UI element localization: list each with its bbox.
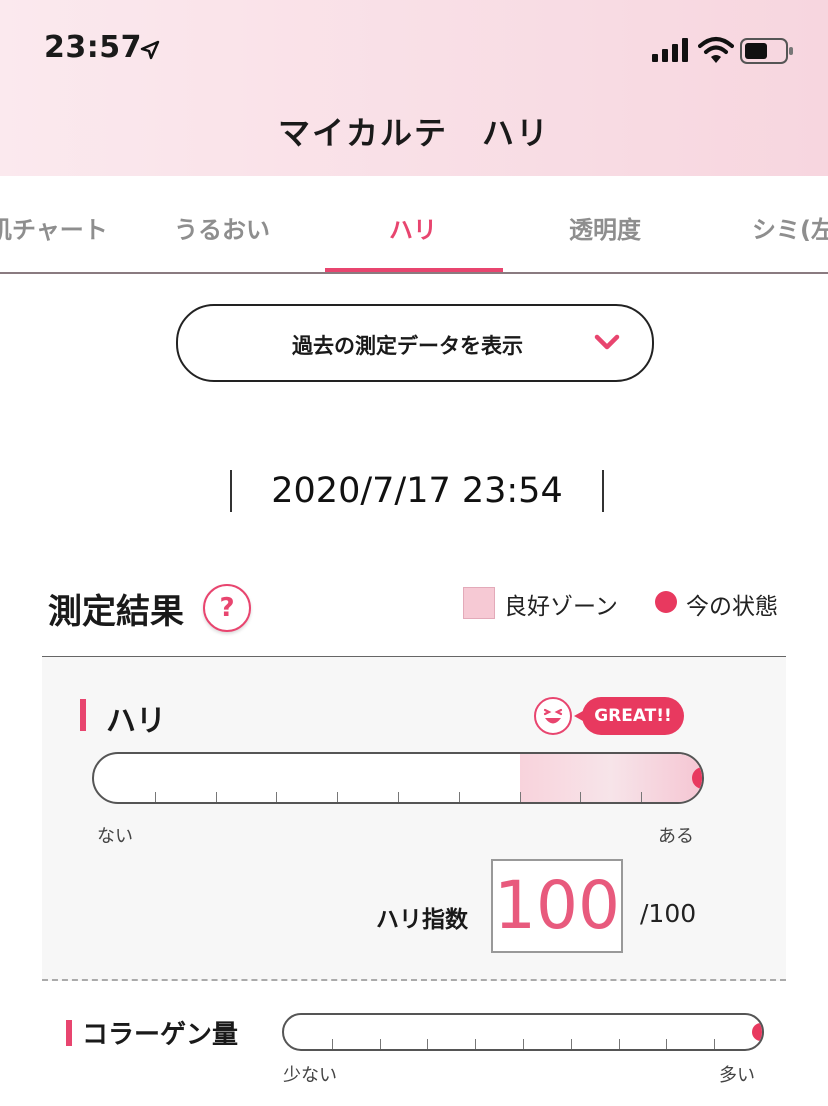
gauge-tick (380, 1039, 381, 1049)
cellular-signal-icon (652, 38, 688, 62)
tab-moisture[interactable]: うるおい (174, 210, 270, 245)
wifi-icon (698, 37, 734, 63)
gauge-tick (475, 1039, 476, 1049)
gauge-tick (155, 792, 156, 802)
current-state-marker (752, 1023, 762, 1041)
gauge-tick (427, 1039, 428, 1049)
gauge-tick (398, 792, 399, 802)
page-title: マイカルテ ハリ (277, 114, 550, 152)
app-header: 23:57 マイカルテ ハリ (0, 0, 828, 176)
collagen-high-label: 多い (719, 1065, 755, 1086)
gauge-tick (666, 1039, 667, 1049)
gauge-tick (332, 1039, 333, 1049)
great-badge: GREAT!! (574, 697, 684, 735)
battery-icon (740, 38, 793, 64)
gauge-tick (276, 792, 277, 802)
status-time: 23:57 (44, 30, 142, 65)
results-title: 測定結果 (48, 592, 184, 632)
firmness-high-label: ある (658, 826, 694, 847)
chevron-down-icon (594, 334, 620, 350)
firmness-index-value: 100 (494, 867, 620, 944)
show-past-data-button[interactable]: 過去の測定データを表示 (176, 304, 654, 382)
location-arrow-icon (140, 40, 160, 60)
gauge-tick (619, 1039, 620, 1049)
laughing-face-icon (534, 697, 572, 735)
tab-clarity[interactable]: 透明度 (569, 210, 641, 245)
gauge-tick (337, 792, 338, 802)
collagen-label: コラーゲン量 (82, 1020, 239, 1050)
good-zone-swatch (463, 587, 495, 619)
gauge-tick (714, 1039, 715, 1049)
firmness-index-box: 100 (491, 859, 623, 953)
past-data-label: 過去の測定データを表示 (292, 334, 523, 358)
measurement-date: 2020/7/17 23:54 (230, 470, 604, 512)
collagen-low-label: 少ない (283, 1065, 337, 1086)
gauge-tick (580, 792, 581, 802)
firmness-index-max: /100 (640, 899, 697, 928)
current-state-dot (655, 591, 677, 613)
gauge-tick (216, 792, 217, 802)
good-zone-legend-label: 良好ゾーン (504, 594, 618, 620)
tab-bar: 肌チャート うるおい ハリ 透明度 シミ(左 (0, 176, 828, 274)
gauge-tick (523, 1039, 524, 1049)
firmness-label: ハリ (106, 704, 166, 739)
gauge-tick (571, 1039, 572, 1049)
gauge-tick (641, 792, 642, 802)
tab-spots-left[interactable]: シミ(左 (752, 210, 828, 245)
measurement-datetime: 2020/7/17 23:54 (271, 471, 563, 511)
tab-skin-chart[interactable]: 肌チャート (0, 210, 108, 245)
firmness-accent-bar (80, 699, 86, 731)
firmness-gauge (92, 752, 704, 804)
collagen-accent-bar (66, 1020, 72, 1046)
gauge-tick (459, 792, 460, 802)
collagen-gauge (282, 1013, 764, 1051)
help-icon[interactable]: ? (203, 584, 251, 632)
active-tab-indicator (325, 268, 503, 272)
current-state-legend-label: 今の状態 (686, 594, 778, 620)
firmness-low-label: ない (97, 826, 133, 847)
tab-firmness[interactable]: ハリ (389, 210, 437, 245)
firmness-index-label: ハリ指数 (376, 907, 468, 933)
good-zone-fill (520, 754, 702, 802)
gauge-tick (520, 792, 521, 802)
